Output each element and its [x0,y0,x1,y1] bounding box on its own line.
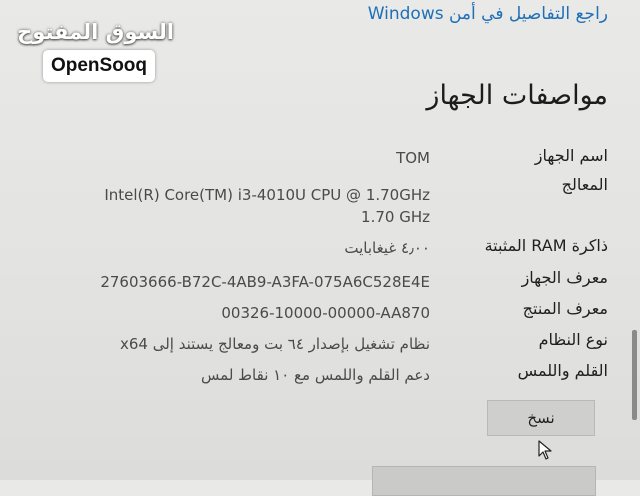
copy-button[interactable]: نسخ [487,400,595,436]
watermark-brand-badge: OpenSooq [42,50,156,82]
section-title: مواصفات الجهاز [426,80,608,111]
spec-value: 00326-10000-00000-AA870 [221,304,430,322]
opensooq-watermark: السوق المفتوح OpenSooq [17,20,174,82]
spec-row-processor: المعالج Intel(R) Core(TM) i3-4010U CPU @… [0,175,640,227]
spec-row-product-id: معرف المنتج 00326-10000-00000-AA870 [0,299,640,333]
mouse-cursor-icon [538,440,552,460]
spec-label: المعالج [561,175,608,194]
next-button-partial[interactable] [372,466,596,496]
spec-label: القلم واللمس [517,361,608,380]
spec-label: ذاكرة RAM المثبتة [484,236,608,255]
spec-label: معرف الجهاز [521,268,608,287]
spec-label: اسم الجهاز [534,146,608,165]
spec-value: 27603666-B72C-4AB9-A3FA-075A6C528E4E [100,273,430,291]
spec-row-system-type: نوع النظام نظام تشغيل بإصدار ٦٤ بت ومعال… [0,330,640,364]
spec-row-device-id: معرف الجهاز 27603666-B72C-4AB9-A3FA-075A… [0,268,640,302]
spec-label: معرف المنتج [522,299,608,318]
spec-value-line2: 1.70 GHz [361,208,430,226]
spec-row-pen-and-touch: القلم واللمس دعم القلم واللمس مع ١٠ نقاط… [0,361,640,395]
spec-value: Intel(R) Core(TM) i3-4010U CPU @ 1.70GHz [104,186,430,204]
spec-label: نوع النظام [538,330,608,349]
spec-value: TOM [396,149,430,167]
device-specifications-screen: راجع التفاصيل في أمن Windows مواصفات الج… [0,0,640,496]
spec-value: نظام تشغيل بإصدار ٦٤ بت ومعالج يستند إلى… [120,335,430,353]
spec-row-installed-ram: ذاكرة RAM المثبتة ٤٫٠٠ غيغابايت [0,236,640,270]
windows-security-link[interactable]: راجع التفاصيل في أمن Windows [346,4,608,24]
scrollbar[interactable] [632,330,637,420]
watermark-arabic-text: السوق المفتوح [17,20,174,44]
spec-value: ٤٫٠٠ غيغابايت [344,239,430,257]
spec-value: دعم القلم واللمس مع ١٠ نقاط لمس [201,366,430,384]
